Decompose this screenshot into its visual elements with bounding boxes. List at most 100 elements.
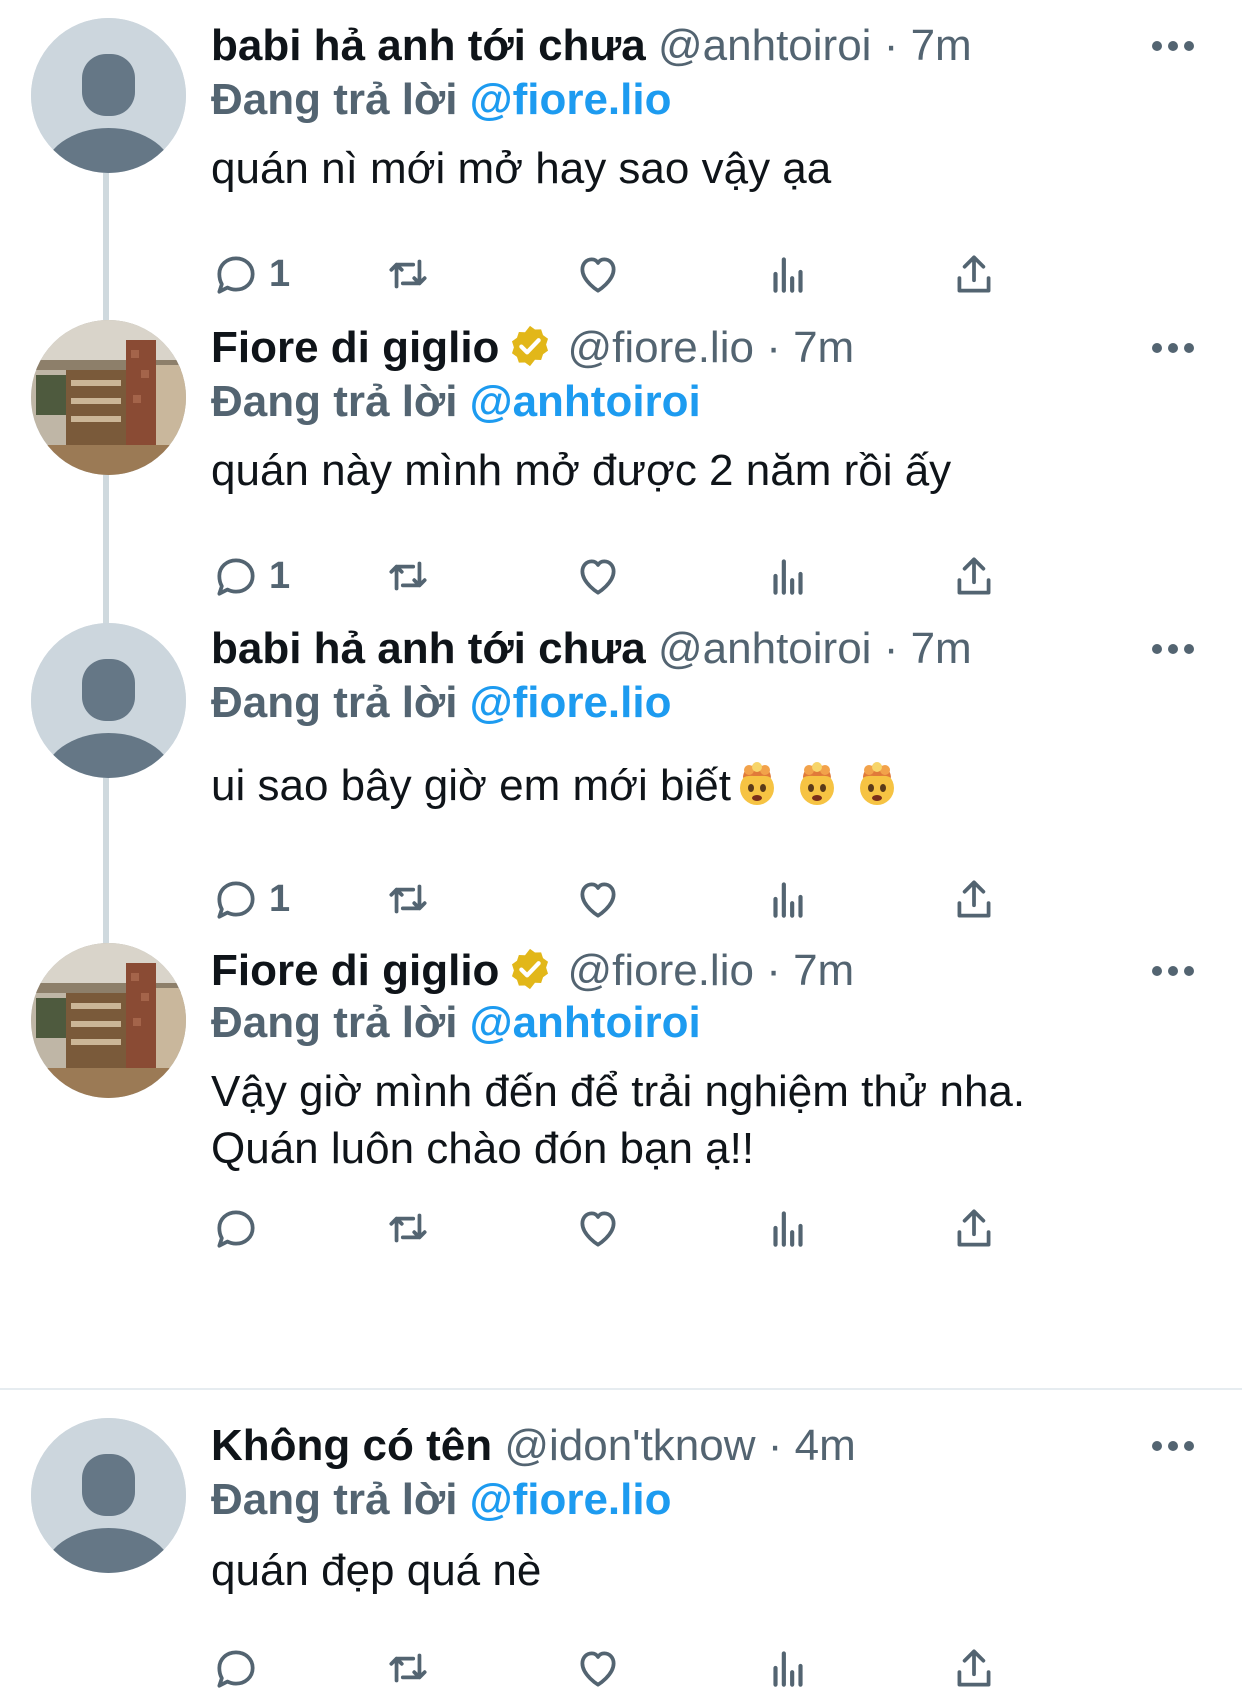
mention-link[interactable]: @fiore.lio: [470, 75, 672, 124]
timestamp[interactable]: 7m: [793, 946, 854, 995]
views-icon: [773, 882, 803, 918]
exploding-head-emoji-icon: [739, 762, 774, 805]
views-button[interactable]: [763, 548, 813, 604]
tweet-text: ui sao bây giờ em mới biết: [211, 757, 1182, 814]
reply-button[interactable]: 1: [211, 548, 290, 604]
replying-to: Đang trả lời @fiore.lio: [211, 1472, 671, 1528]
tweet-card[interactable]: Fiore di giglio @fiore.lio · 7m Đang trả …: [0, 320, 1242, 623]
views-button[interactable]: [763, 1640, 813, 1696]
display-name[interactable]: babi hả anh tới chưa: [211, 21, 646, 70]
replying-to-label: Đang trả lời: [211, 998, 458, 1047]
display-name[interactable]: babi hả anh tới chưa: [211, 624, 646, 673]
tweet-card[interactable]: babi hả anh tới chưa @anhtoiroi · 7m Đan…: [0, 623, 1242, 943]
views-button[interactable]: [763, 246, 813, 302]
timestamp[interactable]: 7m: [793, 323, 854, 372]
like-button[interactable]: [573, 1640, 623, 1696]
retweet-button[interactable]: [383, 871, 433, 927]
user-handle[interactable]: @idon'tknow: [504, 1421, 755, 1470]
tweet-text-line: quán đẹp quá nè: [211, 1546, 542, 1595]
views-button[interactable]: [763, 1200, 813, 1256]
tweet-card[interactable]: Fiore di giglio @fiore.lio · 7m Đang trả …: [0, 943, 1242, 1388]
ellipsis-icon: [1152, 1441, 1194, 1451]
share-icon: [957, 557, 991, 595]
tweet-text-content: ui sao bây giờ em mới biết: [211, 761, 731, 810]
separator: ·: [883, 624, 899, 673]
tweet-text: Vậy giờ mình đến để trải nghiệm thử nha.…: [211, 1063, 1182, 1177]
retweet-icon: [389, 884, 427, 914]
display-name[interactable]: Fiore di giglio: [211, 323, 499, 372]
tweet-card[interactable]: babi hả anh tới chưa @anhtoiroi · 7m Đan…: [0, 0, 1242, 320]
reply-icon: [217, 558, 255, 596]
share-button[interactable]: [949, 1200, 999, 1256]
retweet-button[interactable]: [383, 1640, 433, 1696]
more-options-button[interactable]: [1149, 1436, 1197, 1456]
user-handle[interactable]: @fiore.lio: [567, 946, 754, 995]
more-options-button[interactable]: [1149, 639, 1197, 659]
avatar[interactable]: [31, 943, 186, 1098]
reply-button[interactable]: 1: [211, 871, 290, 927]
retweet-button[interactable]: [383, 548, 433, 604]
mention-link[interactable]: @anhtoiroi: [470, 377, 701, 426]
more-options-button[interactable]: [1149, 961, 1197, 981]
tweet-actions: [211, 1200, 1111, 1256]
reply-button[interactable]: 1: [211, 246, 290, 302]
mention-link[interactable]: @fiore.lio: [470, 678, 672, 727]
share-button[interactable]: [949, 246, 999, 302]
retweet-icon: [389, 1653, 427, 1683]
like-button[interactable]: [573, 246, 623, 302]
mention-link[interactable]: @fiore.lio: [470, 1475, 672, 1524]
reply-icon: [217, 1650, 255, 1688]
mention-link[interactable]: @anhtoiroi: [470, 998, 701, 1047]
like-button[interactable]: [573, 871, 623, 927]
more-options-button[interactable]: [1149, 36, 1197, 56]
timestamp[interactable]: 4m: [795, 1421, 856, 1470]
tweet-text-line: quán này mình mở được 2 năm rồi ấy: [211, 446, 952, 495]
like-icon: [580, 257, 616, 293]
avatar[interactable]: [31, 18, 186, 173]
views-button[interactable]: [763, 871, 813, 927]
share-button[interactable]: [949, 548, 999, 604]
avatar[interactable]: [31, 1418, 186, 1573]
display-name[interactable]: Fiore di giglio: [211, 946, 499, 995]
reply-button[interactable]: [211, 1200, 261, 1256]
default-avatar-icon: [31, 18, 186, 173]
like-button[interactable]: [573, 548, 623, 604]
user-handle[interactable]: @fiore.lio: [567, 323, 754, 372]
reply-button[interactable]: [211, 1640, 261, 1696]
retweet-button[interactable]: [383, 1200, 433, 1256]
tweet-card[interactable]: Không có tên @idon'tknow · 4m Đang trả l…: [0, 1390, 1242, 1707]
retweet-icon: [389, 1213, 427, 1243]
timestamp[interactable]: 7m: [911, 21, 972, 70]
replying-to: Đang trả lời @anhtoiroi: [211, 995, 701, 1051]
views-icon: [773, 257, 803, 293]
user-handle[interactable]: @anhtoiroi: [658, 624, 871, 673]
avatar[interactable]: [31, 623, 186, 778]
share-icon: [957, 1649, 991, 1687]
tweet-actions: [211, 1640, 1111, 1696]
ellipsis-icon: [1152, 644, 1194, 654]
display-name[interactable]: Không có tên: [211, 1421, 492, 1470]
replying-to: Đang trả lời @fiore.lio: [211, 675, 671, 731]
views-icon: [773, 1651, 803, 1687]
more-options-button[interactable]: [1149, 338, 1197, 358]
verified-badge-icon: [512, 325, 549, 367]
share-icon: [957, 880, 991, 918]
share-button[interactable]: [949, 1640, 999, 1696]
user-handle[interactable]: @anhtoiroi: [658, 21, 871, 70]
replying-to: Đang trả lời @fiore.lio: [211, 72, 671, 128]
tweet-text-line: quán nì mới mở hay sao vậy ạa: [211, 144, 832, 193]
like-icon: [580, 1651, 616, 1687]
verified-badge-icon: [512, 948, 549, 990]
like-button[interactable]: [573, 1200, 623, 1256]
separator: ·: [767, 1421, 783, 1470]
tweet-text-line: Vậy giờ mình đến để trải nghiệm thử nha.: [211, 1067, 1026, 1116]
retweet-button[interactable]: [383, 246, 433, 302]
timestamp[interactable]: 7m: [911, 624, 972, 673]
share-button[interactable]: [949, 871, 999, 927]
replying-to-label: Đang trả lời: [211, 75, 458, 124]
avatar[interactable]: [31, 320, 186, 475]
share-icon: [957, 255, 991, 293]
tweet-header: Fiore di giglio @fiore.lio · 7m: [211, 318, 1102, 378]
replying-to: Đang trả lời @anhtoiroi: [211, 374, 701, 430]
tweet-text: quán nì mới mở hay sao vậy ạa: [211, 140, 1182, 197]
